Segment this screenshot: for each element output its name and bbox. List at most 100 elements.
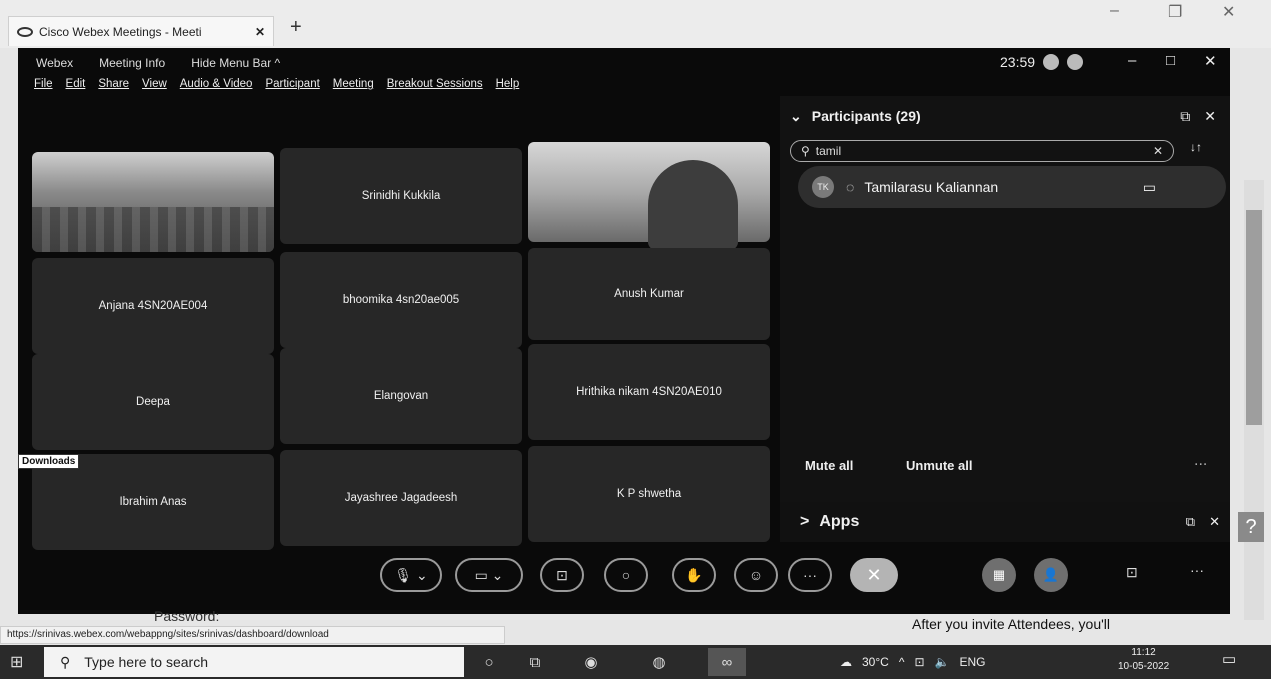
language-label[interactable]: ENG	[959, 655, 985, 669]
weather-icon[interactable]: ☁	[840, 655, 852, 669]
tile-name: Anjana 4SN20AE004	[98, 300, 208, 312]
avatar: TK	[812, 176, 834, 198]
webex-app-label[interactable]: Webex	[36, 56, 73, 70]
video-tile[interactable]: Elangovan	[280, 348, 522, 444]
webex-logo-icon	[17, 26, 33, 37]
temperature[interactable]: 30°C	[862, 655, 889, 669]
apps-popout-icon[interactable]: ⧉	[1186, 514, 1195, 530]
menu-breakout[interactable]: Breakout Sessions	[387, 78, 483, 98]
network-icon[interactable]: ⊡	[914, 655, 924, 669]
scrollbar-thumb[interactable]	[1246, 210, 1262, 425]
panel-more-icon[interactable]: ···	[1190, 562, 1204, 578]
video-tile[interactable]: K P shwetha	[528, 446, 770, 542]
tile-name: Deepa	[136, 396, 170, 408]
new-tab-button[interactable]: +	[290, 16, 302, 39]
speaker-video	[648, 160, 738, 250]
classroom-video	[32, 207, 274, 252]
apps-section[interactable]: > Apps ⧉ ✕	[780, 502, 1230, 542]
notifications-icon[interactable]: ▭	[1222, 650, 1236, 668]
search-icon: ⚲	[801, 144, 810, 158]
search-value: tamil	[815, 144, 842, 158]
hide-menu-bar-button[interactable]: Hide Menu Bar ^	[191, 56, 280, 70]
video-tile[interactable]: Deepa	[32, 354, 274, 450]
clear-search-icon[interactable]: ✕	[1153, 144, 1163, 158]
menu-share[interactable]: Share	[98, 78, 129, 98]
tile-name: Anush Kumar	[614, 288, 684, 300]
mute-all-button[interactable]: Mute all	[805, 458, 853, 473]
video-tile-speaker[interactable]	[528, 142, 770, 250]
video-tile[interactable]: Srinidhi Kukkila	[280, 148, 522, 244]
chevron-down-icon[interactable]: ⌄	[790, 108, 802, 125]
minimize-icon[interactable]: –	[1110, 2, 1119, 20]
menu-help[interactable]: Help	[496, 78, 520, 98]
mute-button[interactable]: 🎙 ⌄	[380, 558, 442, 592]
video-tile[interactable]: Anush Kumar	[528, 248, 770, 340]
raise-hand-button[interactable]: ✋	[672, 558, 716, 592]
webex-close-icon[interactable]: ✕	[1204, 52, 1217, 70]
tile-name: Hrithika nikam 4SN20AE010	[576, 386, 722, 398]
share-button[interactable]: ⊡	[540, 558, 584, 592]
signal-icon	[1067, 54, 1084, 70]
windows-start-icon[interactable]: ⊞	[10, 652, 30, 672]
participants-button[interactable]: 👤	[1034, 558, 1068, 592]
video-tile-classroom[interactable]	[32, 152, 274, 252]
browser-icon[interactable]: ◉	[572, 648, 610, 676]
video-camera-icon: ▭	[1142, 178, 1156, 195]
cortana-icon[interactable]: ○	[470, 648, 508, 676]
tab-close-icon[interactable]: ✕	[255, 25, 265, 39]
video-tile[interactable]: Hrithika nikam 4SN20AE010	[528, 344, 770, 440]
menu-edit[interactable]: Edit	[66, 78, 86, 98]
webex-minimize-icon[interactable]: –	[1128, 52, 1136, 69]
grid-layout-button[interactable]: ▦	[982, 558, 1016, 592]
apps-close-icon[interactable]: ✕	[1209, 514, 1220, 530]
participant-row[interactable]: TK ◌ Tamilarasu Kaliannan ▭	[798, 166, 1226, 208]
video-tile[interactable]: bhoomika 4sn20ae005	[280, 252, 522, 348]
record-icon	[1043, 54, 1060, 70]
menu-view[interactable]: View	[142, 78, 167, 98]
apps-label: Apps	[819, 513, 860, 530]
panel-close-icon[interactable]: ✕	[1204, 108, 1216, 125]
tile-name: bhoomika 4sn20ae005	[342, 294, 460, 306]
participant-search-input[interactable]: ⚲ tamil ✕	[790, 140, 1174, 162]
menu-meeting[interactable]: Meeting	[333, 78, 374, 98]
chat-icon[interactable]: ⊡	[1126, 564, 1138, 581]
tile-name: Elangovan	[373, 390, 429, 402]
webex-taskbar-icon[interactable]: ∞	[708, 648, 746, 676]
task-view-icon[interactable]: ⧉	[516, 648, 554, 676]
system-tray: ☁ 30°C ^ ⊡ 🔈 ENG	[840, 648, 985, 676]
record-button[interactable]: ○	[604, 558, 648, 592]
participants-title: Participants (29)	[811, 108, 921, 124]
video-tile[interactable]: Jayashree Jagadeesh	[280, 450, 522, 546]
downloads-tooltip: Downloads	[18, 454, 80, 469]
leave-meeting-button[interactable]: ✕	[850, 558, 898, 592]
unmute-all-button[interactable]: Unmute all	[906, 458, 972, 473]
app-icon[interactable]: ◍	[640, 648, 678, 676]
chevron-right-icon: >	[800, 513, 810, 530]
tab-title: Cisco Webex Meetings - Meeti	[39, 24, 202, 39]
menu-audio-video[interactable]: Audio & Video	[180, 78, 253, 98]
clock-text: 23:59	[1000, 54, 1036, 70]
more-options-icon[interactable]: ...	[1194, 452, 1207, 470]
video-button[interactable]: ▭ ⌄	[455, 558, 523, 592]
webex-maximize-icon[interactable]: □	[1166, 52, 1175, 69]
video-tile[interactable]: Anjana 4SN20AE004	[32, 258, 274, 354]
clock-time: 11:12	[1131, 647, 1156, 658]
webex-window: Webex Meeting Info Hide Menu Bar ^ 23:59…	[18, 48, 1230, 614]
menu-file[interactable]: File	[34, 78, 53, 98]
volume-icon[interactable]: 🔈	[935, 655, 950, 669]
search-placeholder: Type here to search	[84, 654, 209, 670]
popout-icon[interactable]: ⧉	[1180, 108, 1190, 125]
reactions-button[interactable]: ☺	[734, 558, 778, 592]
restore-icon[interactable]: ❐	[1168, 2, 1182, 22]
taskbar-search-input[interactable]: ⚲ Type here to search	[44, 647, 464, 677]
chevron-up-icon[interactable]: ^	[899, 655, 905, 669]
help-button[interactable]: ?	[1238, 512, 1264, 542]
close-icon[interactable]: ✕	[1222, 2, 1235, 22]
meeting-info-button[interactable]: Meeting Info	[99, 56, 165, 70]
taskbar-clock[interactable]: 11:12 10-05-2022	[1118, 646, 1169, 674]
browser-tab[interactable]: Cisco Webex Meetings - Meeti ✕	[8, 16, 274, 46]
more-button[interactable]: ···	[788, 558, 832, 592]
sort-icon[interactable]: ↓↑	[1190, 140, 1202, 154]
menu-bar: File Edit Share View Audio & Video Parti…	[34, 78, 532, 98]
menu-participant[interactable]: Participant	[265, 78, 319, 98]
